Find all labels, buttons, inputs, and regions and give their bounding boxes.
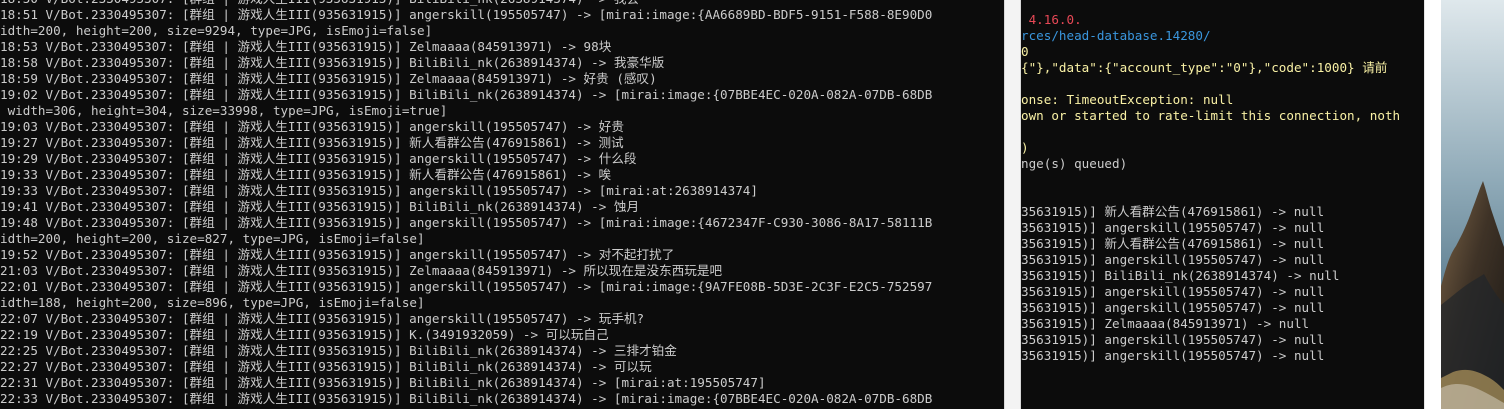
bot-console-window[interactable]: 18:50 V/Bot.2330495307: [群组 | 游戏人生III(93… [0, 0, 1004, 409]
console-log-line: 19:33 V/Bot.2330495307: [群组 | 游戏人生III(93… [0, 167, 612, 182]
console-log-line: 35631915)] angerskill(195505747) -> null [1021, 252, 1325, 267]
console-log-line: 21:03 V/Bot.2330495307: [群组 | 游戏人生III(93… [0, 263, 723, 278]
console-log-line: 0 [1021, 44, 1029, 59]
console-log-line: 22:27 V/Bot.2330495307: [群组 | 游戏人生III(93… [0, 359, 652, 374]
console-log-line [1021, 124, 1400, 140]
console-log-line: width=306, height=304, size=33998, type=… [0, 103, 448, 118]
console-log-line: 22:19 V/Bot.2330495307: [群组 | 游戏人生III(93… [0, 327, 609, 342]
console-log-line: 19:27 V/Bot.2330495307: [群组 | 游戏人生III(93… [0, 135, 624, 150]
console-log-line: 18:59 V/Bot.2330495307: [群组 | 游戏人生III(93… [0, 71, 657, 86]
console-log-line: 35631915)] angerskill(195505747) -> null [1021, 284, 1325, 299]
console-log-line: 35631915)] angerskill(195505747) -> null [1021, 348, 1325, 363]
console-log-line: 19:02 V/Bot.2330495307: [群组 | 游戏人生III(93… [0, 87, 933, 102]
console-log-line [1021, 188, 1400, 204]
left-console-output: 18:50 V/Bot.2330495307: [群组 | 游戏人生III(93… [0, 0, 932, 407]
console-log-line: 19:48 V/Bot.2330495307: [群组 | 游戏人生III(93… [0, 215, 933, 230]
console-log-line: 35631915)] BiliBili_nk(2638914374) -> nu… [1021, 268, 1340, 283]
console-log-line: 19:29 V/Bot.2330495307: [群组 | 游戏人生III(93… [0, 151, 637, 166]
console-log-line: 4.16.0. [1021, 12, 1082, 27]
console-log-line: 18:50 V/Bot.2330495307: [群组 | 游戏人生III(93… [0, 0, 932, 7]
console-log-line: 22:33 V/Bot.2330495307: [群组 | 游戏人生III(93… [0, 391, 933, 406]
console-log-line: 19:41 V/Bot.2330495307: [群组 | 游戏人生III(93… [0, 199, 640, 214]
console-log-line: 35631915)] 新人看群公告(476915861) -> null [1021, 204, 1325, 219]
desktop-screen: 18:50 V/Bot.2330495307: [群组 | 游戏人生III(93… [0, 0, 1504, 409]
console-log-line: 18:53 V/Bot.2330495307: [群组 | 游戏人生III(93… [0, 39, 612, 54]
console-log-line: 22:01 V/Bot.2330495307: [群组 | 游戏人生III(93… [0, 279, 933, 294]
desktop-wallpaper [1441, 0, 1504, 409]
console-log-line: onse: TimeoutException: null [1021, 92, 1234, 107]
console-log-line: 35631915)] angerskill(195505747) -> null [1021, 332, 1325, 347]
console-log-line: 35631915)] Zelmaaaa(845913971) -> null [1021, 316, 1310, 331]
console-log-line: 19:52 V/Bot.2330495307: [群组 | 游戏人生III(93… [0, 247, 675, 262]
console-log-line: idth=200, height=200, size=9294, type=JP… [0, 23, 433, 38]
console-log-line: ) [1021, 140, 1029, 155]
console-log-line [1021, 76, 1400, 92]
console-log-line: idth=200, height=200, size=827, type=JPG… [0, 231, 425, 246]
console-log-line: 22:31 V/Bot.2330495307: [群组 | 游戏人生III(93… [0, 375, 766, 390]
console-log-line: {"},"data":{"account_type":"0"},"code":1… [1021, 60, 1388, 75]
console-log-line [1021, 172, 1400, 188]
console-log-line: 22:25 V/Bot.2330495307: [群组 | 游戏人生III(93… [0, 343, 677, 358]
console-log-line: 35631915)] angerskill(195505747) -> null [1021, 220, 1325, 235]
console-log-line: 35631915)] angerskill(195505747) -> null [1021, 300, 1325, 315]
console-log-line: own or started to rate-limit this connec… [1021, 108, 1401, 123]
server-console-window[interactable]: 4.16.0. rces/head-database.14280/0 {"},"da… [1021, 0, 1424, 409]
window-edge [1424, 0, 1441, 409]
window-divider [1004, 0, 1021, 409]
console-log-line: idth=188, height=200, size=896, type=JPG… [0, 295, 425, 310]
console-log-line: 19:03 V/Bot.2330495307: [群组 | 游戏人生III(93… [0, 119, 624, 134]
right-console-output: 4.16.0. rces/head-database.14280/0 {"},"da… [1021, 12, 1400, 364]
console-log-line: nge(s) queued) [1021, 156, 1128, 171]
console-log-line: rces/head-database.14280/ [1021, 28, 1211, 43]
console-log-line: 19:33 V/Bot.2330495307: [群组 | 游戏人生III(93… [0, 183, 758, 198]
coastal-landscape-image [1441, 0, 1504, 409]
console-log-line: 18:58 V/Bot.2330495307: [群组 | 游戏人生III(93… [0, 55, 665, 70]
console-log-line: 35631915)] 新人看群公告(476915861) -> null [1021, 236, 1325, 251]
console-log-line: 18:51 V/Bot.2330495307: [群组 | 游戏人生III(93… [0, 7, 933, 22]
console-log-line: 22:07 V/Bot.2330495307: [群组 | 游戏人生III(93… [0, 311, 645, 326]
